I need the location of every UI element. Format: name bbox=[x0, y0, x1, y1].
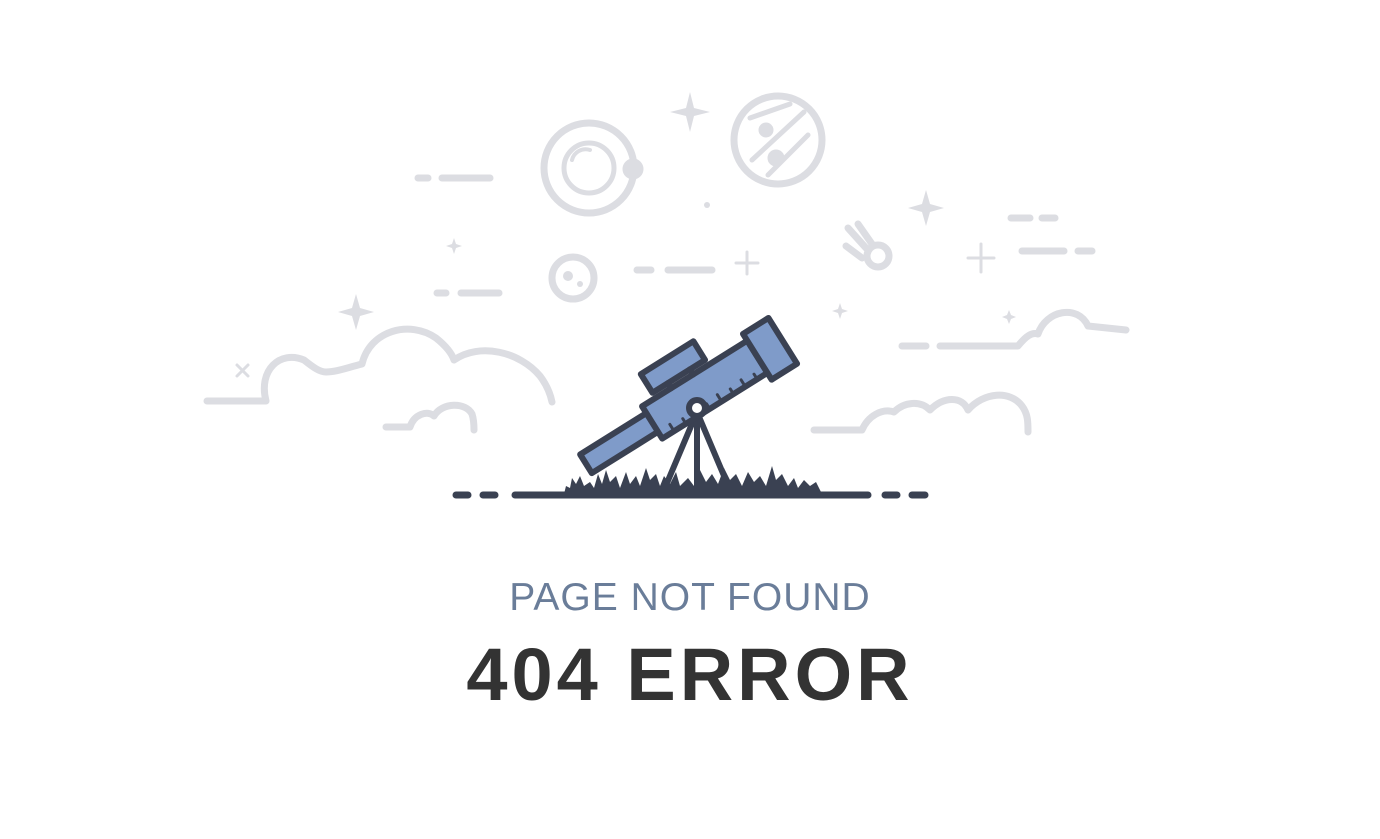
striped-planet-icon bbox=[730, 92, 826, 188]
small-planet-icon bbox=[548, 253, 598, 303]
error-code-title: 404 ERROR bbox=[466, 633, 914, 716]
error-page: PAGE NOT FOUND 404 ERROR bbox=[0, 0, 1380, 839]
ringed-planet-icon bbox=[540, 119, 644, 217]
sparkle-icon bbox=[832, 303, 848, 319]
sparkle-icon bbox=[446, 238, 462, 254]
right-cloud bbox=[810, 391, 1032, 436]
left-cloud bbox=[203, 325, 556, 406]
small-right-cloud bbox=[936, 308, 1130, 350]
telescope-icon bbox=[577, 314, 801, 493]
small-left-cloud bbox=[382, 401, 478, 434]
sparkle-icon bbox=[338, 294, 374, 330]
grass bbox=[564, 466, 822, 494]
sparkle-icon bbox=[908, 190, 944, 226]
telescope-illustration bbox=[203, 92, 1130, 499]
sparkle-icon bbox=[670, 92, 710, 132]
page-not-found-subtitle: PAGE NOT FOUND bbox=[509, 576, 871, 619]
ground bbox=[452, 466, 929, 499]
comet-icon bbox=[842, 220, 893, 271]
sparkle-icon bbox=[1002, 310, 1016, 324]
